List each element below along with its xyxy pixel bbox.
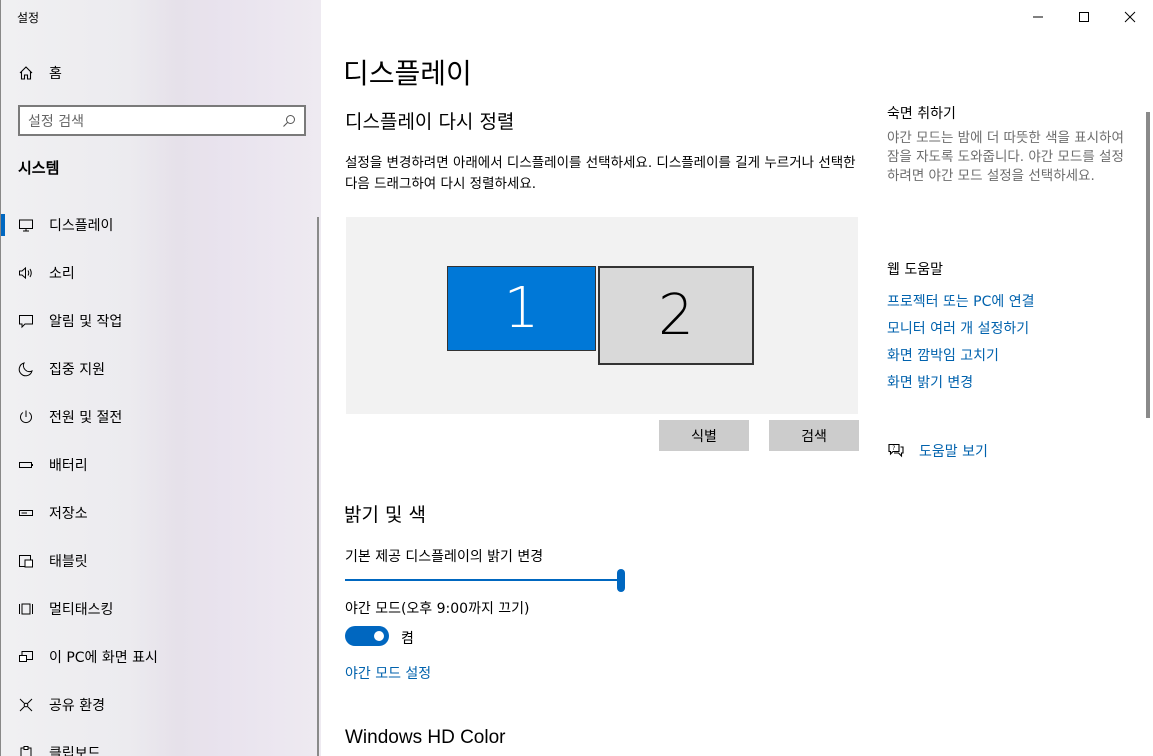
- help-link-brightness[interactable]: 화면 밝기 변경: [887, 373, 1137, 400]
- sidebar-item-label: 멀티태스킹: [49, 602, 114, 618]
- monitor-2-tile[interactable]: 2: [598, 266, 754, 365]
- monitor-1-tile[interactable]: 1: [447, 266, 596, 351]
- brightness-slider-track[interactable]: [345, 579, 621, 581]
- close-button[interactable]: [1107, 6, 1153, 28]
- tablet-icon: [18, 553, 34, 569]
- sleep-text: 야간 모드는 밤에 더 따뜻한 색을 표시하여 잠을 자도록 도와줍니다. 야간…: [887, 130, 1124, 184]
- sidebar-item-label: 디스플레이: [49, 218, 114, 234]
- sidebar-item-label: 집중 지원: [49, 362, 105, 378]
- brightness-label: 기본 제공 디스플레이의 밝기 변경: [345, 549, 544, 565]
- hd-color-title: Windows HD Color: [345, 727, 506, 748]
- sidebar-item-display[interactable]: 디스플레이: [1, 201, 321, 249]
- home-icon: [18, 65, 34, 81]
- sidebar-item-sound[interactable]: 소리: [1, 249, 321, 297]
- project-icon: [18, 649, 34, 665]
- section-title: 시스템: [18, 159, 60, 177]
- sidebar-item-power[interactable]: 전원 및 절전: [1, 393, 321, 441]
- rearrange-description: 설정을 변경하려면 아래에서 디스플레이를 선택하세요. 디스플레이를 길게 누…: [345, 155, 856, 192]
- sidebar-item-label: 저장소: [49, 506, 88, 522]
- night-light-label: 야간 모드(오후 9:00까지 끄기): [345, 601, 530, 617]
- sidebar-item-label: 태블릿: [49, 554, 88, 570]
- brightness-slider-thumb[interactable]: [617, 569, 625, 592]
- sidebar-item-label: 이 PC에 화면 표시: [49, 650, 158, 666]
- web-help-title: 웹 도움말: [887, 262, 943, 278]
- sidebar-item-project[interactable]: 이 PC에 화면 표시: [1, 633, 321, 681]
- toggle-knob: [374, 631, 384, 641]
- night-light-toggle[interactable]: [345, 626, 389, 646]
- main-content: 디스플레이 디스플레이 다시 정렬 설정을 변경하려면 아래에서 디스플레이를 …: [321, 0, 1153, 756]
- brightness-section-title: 밝기 및 색: [344, 504, 426, 526]
- sidebar-item-clipboard[interactable]: 클립보드: [1, 729, 321, 756]
- sidebar-item-shared[interactable]: 공유 환경: [1, 681, 321, 729]
- rearrange-title: 디스플레이 다시 정렬: [345, 111, 515, 133]
- sidebar-item-label: 알림 및 작업: [49, 314, 123, 330]
- page-title: 디스플레이: [343, 57, 472, 90]
- clipboard-icon: [18, 745, 34, 756]
- minimize-button[interactable]: [1015, 6, 1061, 28]
- monitor-icon: [18, 217, 34, 233]
- get-help-link[interactable]: ? 도움말 보기: [887, 441, 1137, 461]
- sidebar-item-tablet[interactable]: 태블릿: [1, 537, 321, 585]
- night-light-state: 켬: [401, 631, 414, 647]
- detect-button[interactable]: 검색: [769, 420, 859, 451]
- sidebar-item-multitasking[interactable]: 멀티태스킹: [1, 585, 321, 633]
- sidebar-item-storage[interactable]: 저장소: [1, 489, 321, 537]
- sidebar-item-label: 전원 및 절전: [49, 410, 123, 426]
- moon-icon: [18, 361, 34, 377]
- help-link-multiple-monitors[interactable]: 모니터 여러 개 설정하기: [887, 319, 1137, 346]
- search-placeholder: 설정 검색: [28, 113, 84, 130]
- sleep-title: 숙면 취하기: [887, 106, 956, 122]
- main-scrollbar[interactable]: [1146, 112, 1150, 418]
- sidebar-item-label: 소리: [49, 266, 75, 282]
- help-links: 프로젝터 또는 PC에 연결 모니터 여러 개 설정하기 화면 깜박임 고치기 …: [887, 292, 1137, 400]
- notification-icon: [18, 313, 34, 329]
- identify-button[interactable]: 식별: [659, 420, 749, 451]
- shared-icon: [18, 697, 34, 713]
- speaker-icon: [18, 265, 34, 281]
- sidebar-item-label: 클립보드: [49, 746, 101, 756]
- help-link-projector[interactable]: 프로젝터 또는 PC에 연결: [887, 292, 1137, 319]
- sidebar-item-label: 공유 환경: [49, 698, 105, 714]
- help-link-flicker[interactable]: 화면 깜박임 고치기: [887, 346, 1137, 373]
- settings-search-input[interactable]: 설정 검색: [18, 105, 306, 136]
- sidebar-item-focus-assist[interactable]: 집중 지원: [1, 345, 321, 393]
- sidebar-item-label: 배터리: [49, 458, 88, 474]
- night-light-settings-link[interactable]: 야간 모드 설정: [345, 663, 431, 683]
- maximize-icon: [1078, 8, 1090, 27]
- home-label: 홈: [49, 66, 62, 82]
- sidebar-nav: 디스플레이 소리 알림 및 작업 집중 지원 전원 및 절전 배터리 저장소 태…: [1, 201, 321, 756]
- sidebar-scrollbar[interactable]: [317, 217, 319, 756]
- battery-icon: [18, 457, 34, 473]
- maximize-button[interactable]: [1061, 6, 1107, 28]
- search-icon: [282, 114, 296, 128]
- get-help-label: 도움말 보기: [919, 444, 988, 460]
- app-title: 설정: [17, 11, 40, 25]
- sidebar: 설정 홈 설정 검색 시스템 디스플레이 소리 알림 및 작업 집중 지원 전원…: [0, 0, 321, 756]
- window-controls: [1015, 6, 1153, 28]
- sidebar-item-notifications[interactable]: 알림 및 작업: [1, 297, 321, 345]
- home-link[interactable]: 홈: [18, 63, 62, 83]
- help-chat-icon: ?: [887, 442, 905, 460]
- minimize-icon: [1032, 8, 1044, 27]
- display-arrange-area[interactable]: 1 2: [346, 217, 858, 414]
- storage-icon: [18, 505, 34, 521]
- svg-text:?: ?: [892, 445, 895, 452]
- power-icon: [18, 409, 34, 425]
- sidebar-item-battery[interactable]: 배터리: [1, 441, 321, 489]
- close-icon: [1124, 8, 1136, 27]
- multitasking-icon: [18, 601, 34, 617]
